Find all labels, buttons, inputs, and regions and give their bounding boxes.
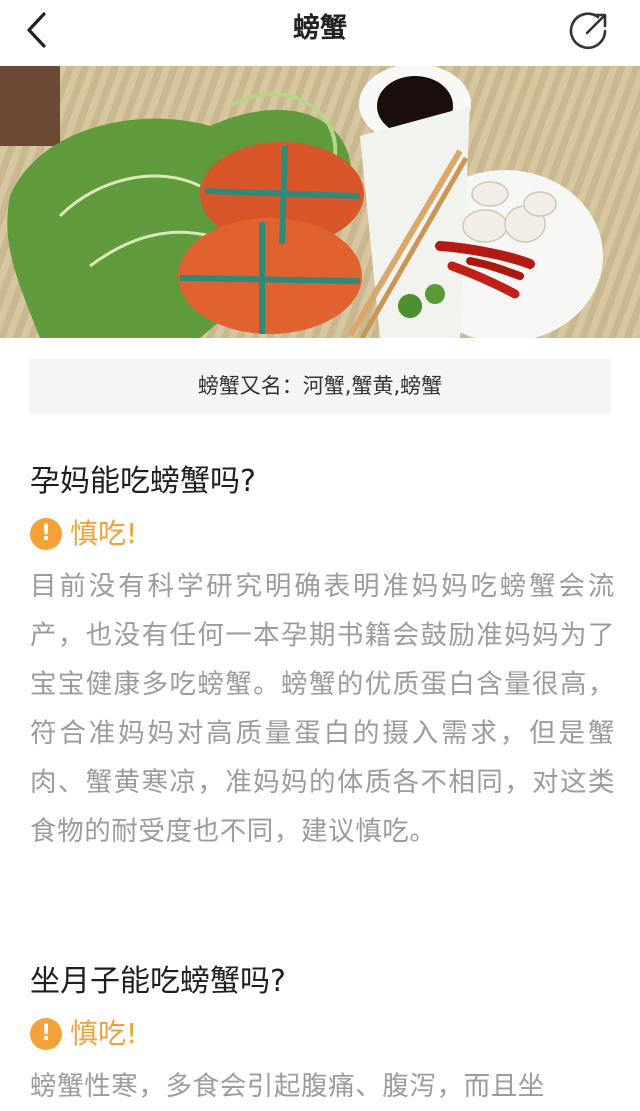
warning-icon: !: [30, 1018, 62, 1050]
section-question: 坐月子能吃螃蟹吗?: [30, 964, 286, 999]
share-circle-icon: [569, 12, 607, 50]
section-body: 目前没有科学研究明确表明准妈妈吃螃蟹会流产，也没有任何一本孕期书籍会鼓励准妈妈为…: [30, 571, 615, 847]
section-body: 螃蟹性寒，多食会引起腹痛、腹泻，而且坐: [30, 1071, 545, 1102]
section-postpartum: 坐月子能吃螃蟹吗? ! 慎吃! 螃蟹性寒，多食会引起腹痛、腹泻，而且坐: [30, 962, 615, 1111]
crab-dish-photo: [0, 66, 640, 338]
section-question: 孕妈能吃螃蟹吗?: [30, 464, 256, 499]
share-button[interactable]: [568, 10, 610, 52]
verdict-row: ! 慎吃!: [30, 516, 615, 552]
hero-image: [0, 66, 640, 338]
alias-bar: 螃蟹又名：河蟹,蟹黄,螃蟹: [29, 359, 611, 414]
verdict-label: 慎吃!: [70, 517, 138, 550]
section-pregnancy: 孕妈能吃螃蟹吗? ! 慎吃! 目前没有科学研究明确表明准妈妈吃螃蟹会流产，也没有…: [30, 462, 615, 856]
nav-bar: 螃蟹: [0, 0, 640, 66]
warning-icon: !: [30, 518, 62, 550]
page-title: 螃蟹: [293, 13, 347, 44]
verdict-row: ! 慎吃!: [30, 1016, 615, 1052]
verdict-label: 慎吃!: [70, 1017, 138, 1050]
